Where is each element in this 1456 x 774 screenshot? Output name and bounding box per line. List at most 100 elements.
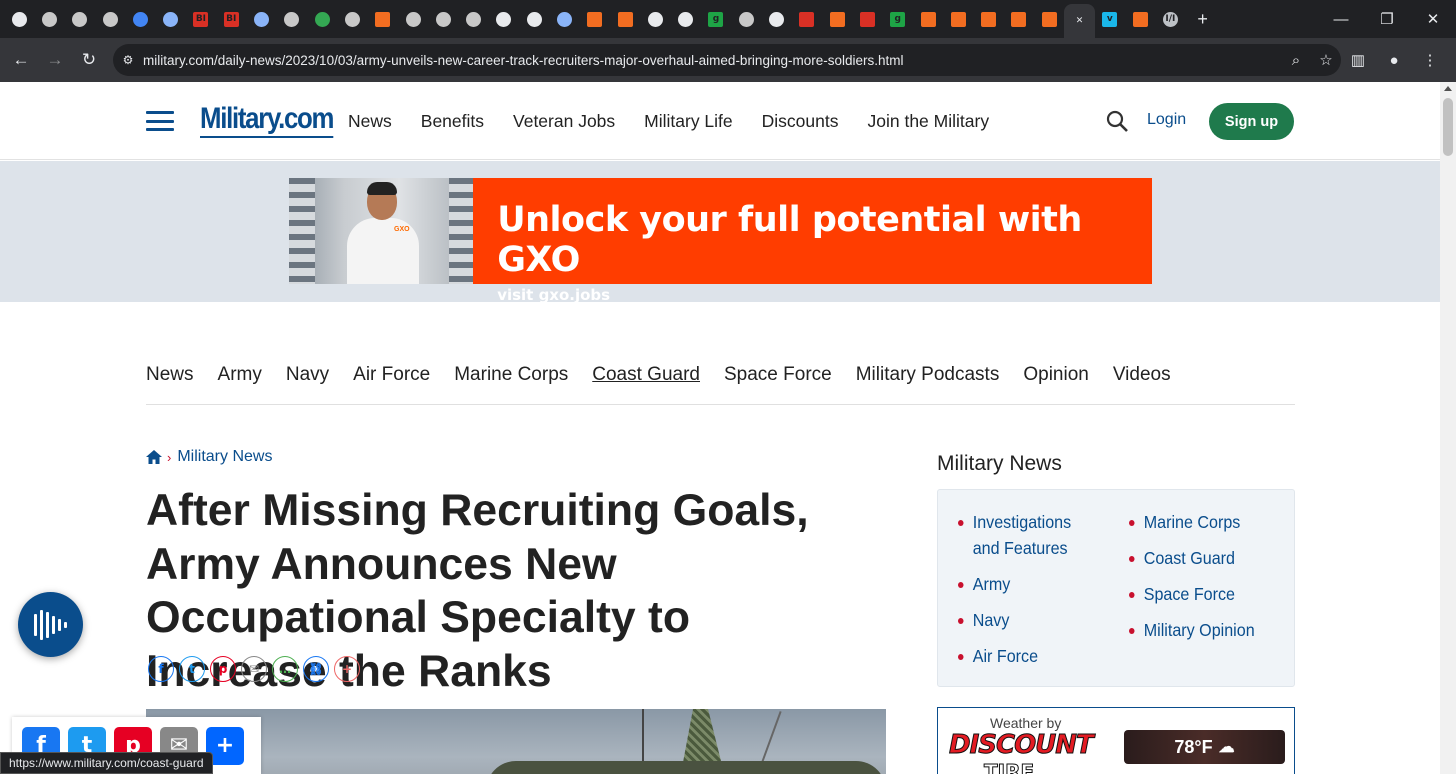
browser-tab[interactable]: BI (186, 4, 216, 34)
side-panel-icon[interactable]: ▥ (1340, 44, 1376, 76)
section-nav-item[interactable]: Army (218, 364, 262, 404)
section-nav-item[interactable]: Military Podcasts (856, 364, 1000, 404)
section-nav-item[interactable]: Space Force (724, 364, 832, 404)
home-icon[interactable] (146, 450, 162, 464)
browser-tab[interactable] (1125, 4, 1155, 34)
browser-tab[interactable] (307, 4, 337, 34)
twitter-icon[interactable]: t (179, 656, 205, 682)
sidebar-link[interactable]: Coast Guard (1129, 545, 1276, 571)
browser-tab[interactable] (1004, 4, 1034, 34)
browser-tab[interactable] (337, 4, 367, 34)
facebook-icon[interactable]: f (148, 656, 174, 682)
browser-tab[interactable] (852, 4, 882, 34)
main-nav-item[interactable]: Veteran Jobs (513, 111, 615, 132)
cloud-rain-icon: ☁ (1218, 739, 1235, 756)
reload-icon[interactable]: ↻ (72, 43, 106, 77)
browser-tab[interactable] (155, 4, 185, 34)
main-nav-item[interactable]: Military Life (644, 111, 733, 132)
globe-icon (466, 11, 482, 27)
close-window-icon[interactable]: ✕ (1410, 0, 1456, 38)
bookmark-star-icon[interactable]: ☆ (1311, 51, 1341, 69)
minimize-icon[interactable]: — (1318, 0, 1364, 38)
copy-link-icon[interactable]: ⛓ (303, 656, 329, 682)
browser-tab[interactable] (368, 4, 398, 34)
browser-tab[interactable] (580, 4, 610, 34)
browser-tab[interactable]: v (1095, 4, 1125, 34)
site-info-icon[interactable]: ⚙ (113, 53, 143, 67)
browser-tab[interactable] (125, 4, 155, 34)
new-tab-button[interactable]: + (1188, 4, 1218, 34)
main-nav-item[interactable]: Discounts (762, 111, 839, 132)
restore-icon[interactable]: ❐ (1364, 0, 1410, 38)
browser-tab[interactable] (65, 4, 95, 34)
browser-tab[interactable] (4, 4, 34, 34)
audio-player-button[interactable] (18, 592, 83, 657)
browser-tab[interactable] (95, 4, 125, 34)
forward-icon[interactable]: → (38, 43, 72, 77)
menu-icon[interactable]: ⋮ (1412, 44, 1448, 76)
browser-tab[interactable] (246, 4, 276, 34)
browser-tab[interactable] (1034, 4, 1064, 34)
sidebar-link[interactable]: Air Force (958, 643, 1096, 669)
zoom-icon[interactable]: ⌕ (1281, 52, 1311, 69)
pinterest-icon[interactable]: p (210, 656, 236, 682)
sidebar-link[interactable]: Investigations and Features (958, 509, 1096, 561)
browser-tab[interactable] (640, 4, 670, 34)
section-nav-item[interactable]: Air Force (353, 364, 430, 404)
browser-tab[interactable] (761, 4, 791, 34)
browser-toolbar: ← → ↻ ⚙ military.com/daily-news/2023/10/… (0, 38, 1456, 82)
browser-tab[interactable] (519, 4, 549, 34)
browser-tab[interactable] (549, 4, 579, 34)
section-nav-item[interactable]: Opinion (1023, 364, 1089, 404)
browser-tab[interactable]: I/I (1155, 4, 1185, 34)
browser-tab[interactable] (398, 4, 428, 34)
weather-widget[interactable]: Weather by DISCOUNT TIRE 78°F ☁ (937, 707, 1295, 774)
browser-tab[interactable]: g (883, 4, 913, 34)
browser-tab[interactable] (822, 4, 852, 34)
browser-tab[interactable] (428, 4, 458, 34)
browser-tab[interactable] (792, 4, 822, 34)
sidebar-link[interactable]: Marine Corps (1129, 509, 1276, 535)
url-text[interactable]: military.com/daily-news/2023/10/03/army-… (143, 53, 1281, 68)
sidebar-link[interactable]: Navy (958, 607, 1096, 633)
page-scrollbar[interactable] (1440, 82, 1456, 774)
browser-tab[interactable] (34, 4, 64, 34)
browser-tab[interactable] (458, 4, 488, 34)
login-link[interactable]: Login (1147, 111, 1186, 129)
section-nav-item[interactable]: News (146, 364, 194, 404)
browser-tab[interactable]: g (701, 4, 731, 34)
profile-icon[interactable]: ● (1376, 44, 1412, 76)
sidebar-link[interactable]: Military Opinion (1129, 617, 1276, 643)
search-icon[interactable] (1105, 109, 1129, 133)
email-icon[interactable]: ✉ (241, 656, 267, 682)
globe-icon (72, 11, 88, 27)
signup-button[interactable]: Sign up (1209, 103, 1294, 140)
section-nav-item[interactable]: Navy (286, 364, 329, 404)
back-icon[interactable]: ← (4, 43, 38, 77)
browser-tab[interactable] (277, 4, 307, 34)
browser-tab[interactable] (610, 4, 640, 34)
main-nav-item[interactable]: News (348, 111, 392, 132)
tab-active[interactable]: ✕ (1064, 4, 1095, 38)
browser-tab[interactable] (974, 4, 1004, 34)
sidebar-link[interactable]: Space Force (1129, 581, 1276, 607)
section-nav-item[interactable]: Marine Corps (454, 364, 568, 404)
address-bar[interactable]: ⚙ military.com/daily-news/2023/10/03/arm… (113, 44, 1341, 76)
breadcrumb-section[interactable]: Military News (177, 448, 272, 466)
more-share-icon[interactable]: + (334, 656, 360, 682)
gxo-ad[interactable]: GXO Unlock your full potential with GXO … (289, 178, 1152, 304)
main-nav-item[interactable]: Benefits (421, 111, 484, 132)
browser-tab[interactable] (913, 4, 943, 34)
section-nav-item[interactable]: Coast Guard (592, 364, 700, 404)
site-logo[interactable]: Military.com (200, 102, 334, 138)
browser-tab[interactable]: BI (216, 4, 246, 34)
sms-icon[interactable]: … (272, 656, 298, 682)
browser-tab[interactable] (671, 4, 701, 34)
browser-tab[interactable] (731, 4, 761, 34)
browser-tab[interactable] (943, 4, 973, 34)
hamburger-menu-icon[interactable] (146, 111, 174, 131)
browser-tab[interactable] (489, 4, 519, 34)
section-nav-item[interactable]: Videos (1113, 364, 1171, 404)
main-nav-item[interactable]: Join the Military (868, 111, 990, 132)
sidebar-link[interactable]: Army (958, 571, 1096, 597)
